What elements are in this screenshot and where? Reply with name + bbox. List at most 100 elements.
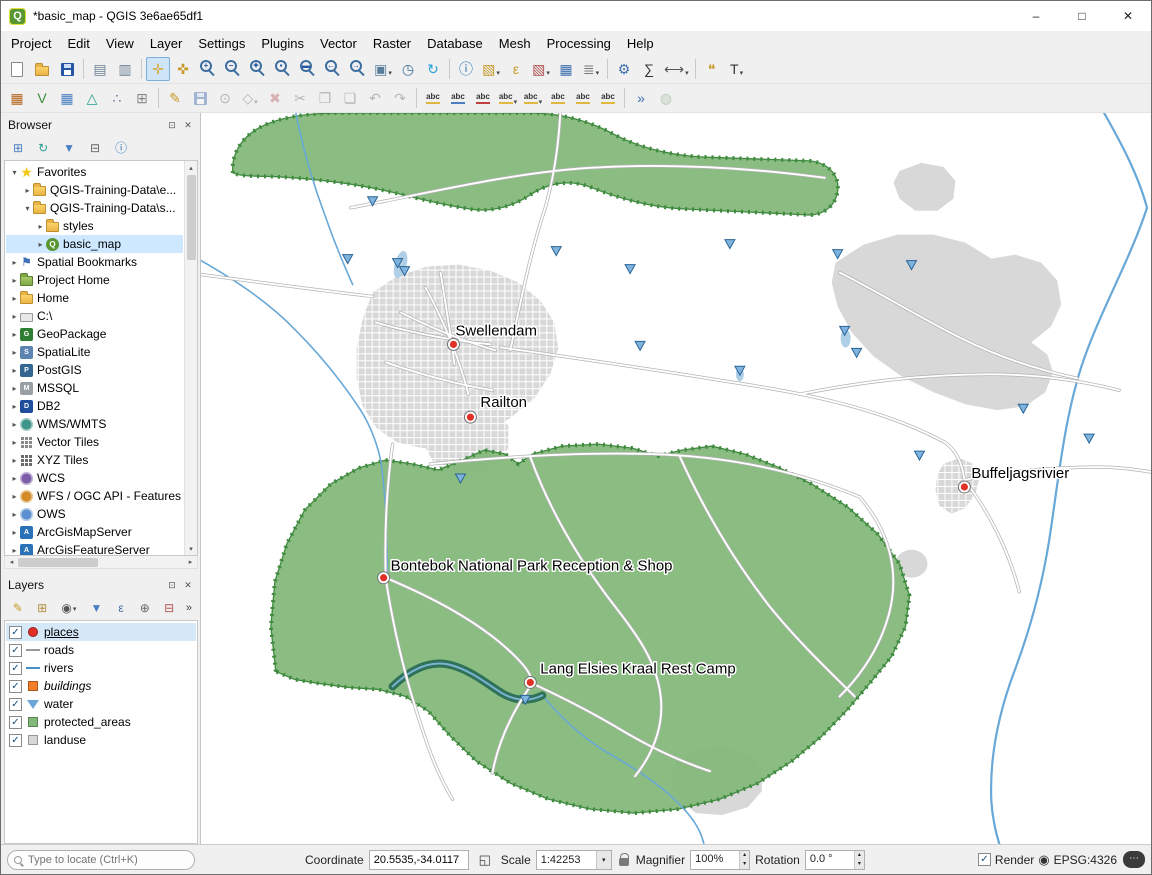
locate-search[interactable]	[7, 850, 195, 870]
expander-icon[interactable]: ▸	[9, 456, 20, 465]
browser-item-training-data-s[interactable]: ▾ QGIS-Training-Data\s...	[6, 199, 183, 217]
toggle-editing-button[interactable]: ✎	[163, 86, 187, 110]
data-source-manager-button[interactable]: ▦	[5, 86, 29, 110]
close-panel-button[interactable]: ✕	[180, 577, 196, 593]
browser-item-arcgis-map-server[interactable]: ▸ A ArcGisMapServer	[6, 523, 183, 541]
layer-labeling-options-button[interactable]: abc	[421, 86, 445, 110]
manage-map-themes-button[interactable]: ◉ ▾	[55, 597, 83, 618]
lock-scale-icon[interactable]	[619, 858, 629, 866]
paste-features-button[interactable]: ❏	[338, 86, 362, 110]
zoom-full-button[interactable]: ✦	[246, 57, 270, 81]
locate-input[interactable]	[26, 853, 188, 867]
menu-mesh[interactable]: Mesh	[491, 31, 539, 55]
identify-features-button[interactable]: ⓘ	[454, 57, 478, 81]
coordinate-input[interactable]	[369, 850, 469, 870]
collapse-all-button[interactable]: ⊟	[83, 137, 107, 158]
plugin-manager-button[interactable]: ◍	[654, 86, 678, 110]
add-raster-layer-button[interactable]: ▦	[55, 86, 79, 110]
filter-browser-button[interactable]: ▼	[56, 137, 82, 158]
layer-checkbox[interactable]: ✓	[9, 680, 22, 693]
browser-item-wfs[interactable]: ▸ WFS / OGC API - Features	[6, 487, 183, 505]
expander-icon[interactable]: ▸	[9, 348, 20, 357]
select-features-button[interactable]: ▧ ▾	[479, 57, 503, 81]
zoom-to-selection-button[interactable]: ▪	[271, 57, 295, 81]
magnifier-spinbox[interactable]: 100% ▴ ▾	[690, 850, 750, 870]
change-label-button[interactable]: abc	[596, 86, 620, 110]
expander-icon[interactable]: ▸	[9, 528, 20, 537]
menu-plugins[interactable]: Plugins	[253, 31, 312, 55]
browser-item-xyz-tiles[interactable]: ▸ XYZ Tiles	[6, 451, 183, 469]
cut-features-button[interactable]: ✂	[288, 86, 312, 110]
zoom-out-button[interactable]: −	[221, 57, 245, 81]
toolbar-overflow-button[interactable]: »	[182, 602, 196, 614]
expander-icon[interactable]: ▸	[22, 186, 33, 195]
deselect-features-button[interactable]: ▧ ▾	[529, 57, 553, 81]
expander-icon[interactable]: ▸	[9, 330, 20, 339]
layer-water[interactable]: ✓ water	[6, 695, 196, 713]
delete-selected-button[interactable]: ✖	[263, 86, 287, 110]
spin-up-icon[interactable]: ▴	[740, 851, 749, 860]
temporal-controller-button[interactable]: ◷	[396, 57, 420, 81]
layer-checkbox[interactable]: ✓	[9, 662, 22, 675]
expander-icon[interactable]: ▾	[22, 204, 33, 213]
scale-combo[interactable]: 1:42253 ▾	[536, 850, 612, 870]
layer-landuse[interactable]: ✓ landuse	[6, 731, 196, 749]
map-canvas[interactable]: SwellendamRailtonBuffeljagsrivierBontebo…	[200, 113, 1151, 844]
select-by-expression-button[interactable]: ε	[504, 57, 528, 81]
browser-item-favorites[interactable]: ▾ ★ Favorites	[6, 163, 183, 181]
layer-checkbox[interactable]: ✓	[9, 716, 22, 729]
expander-icon[interactable]: ▸	[35, 240, 46, 249]
browser-item-styles[interactable]: ▸ styles	[6, 217, 183, 235]
refresh-browser-button[interactable]: ↻	[31, 137, 55, 158]
scrollbar-thumb[interactable]	[18, 558, 98, 567]
save-project-button[interactable]	[55, 57, 79, 81]
new-print-layout-button[interactable]: ▤	[88, 57, 112, 81]
open-attribute-table-button[interactable]: ▦	[554, 57, 578, 81]
pan-to-selection-button[interactable]: ✜	[171, 57, 195, 81]
menu-database[interactable]: Database	[419, 31, 491, 55]
menu-settings[interactable]: Settings	[190, 31, 253, 55]
browser-horizontal-scrollbar[interactable]: ◂ ▸	[4, 556, 198, 569]
expander-icon[interactable]: ▸	[9, 402, 20, 411]
browser-item-basic-map[interactable]: ▸ Q basic_map	[6, 235, 183, 253]
browser-item-project-home[interactable]: ▸ Project Home	[6, 271, 183, 289]
expander-icon[interactable]: ▸	[9, 546, 20, 555]
new-project-button[interactable]	[5, 57, 29, 81]
options-button[interactable]: ⚙	[612, 57, 636, 81]
extents-toggle-button[interactable]: ◱	[474, 849, 496, 871]
menu-view[interactable]: View	[98, 31, 142, 55]
browser-item-home[interactable]: ▸ Home	[6, 289, 183, 307]
expander-icon[interactable]: ▸	[9, 492, 20, 501]
close-panel-button[interactable]: ✕	[180, 117, 196, 133]
add-vector-layer-button[interactable]: V	[30, 86, 54, 110]
close-button[interactable]: ✕	[1105, 1, 1151, 31]
layer-buildings[interactable]: ✓ buildings	[6, 677, 196, 695]
scroll-left-icon[interactable]: ◂	[5, 558, 18, 566]
show-layout-manager-button[interactable]: ▥	[113, 57, 137, 81]
layer-protected-areas[interactable]: ✓ protected_areas	[6, 713, 196, 731]
layer-checkbox[interactable]: ✓	[9, 734, 22, 747]
expander-icon[interactable]: ▾	[9, 168, 20, 177]
layer-checkbox[interactable]: ✓	[9, 698, 22, 711]
spin-up-icon[interactable]: ▴	[855, 851, 864, 860]
menu-processing[interactable]: Processing	[539, 31, 619, 55]
statistical-summary-button[interactable]: ∑	[637, 57, 661, 81]
expander-icon[interactable]: ▸	[9, 312, 20, 321]
add-selected-layers-button[interactable]: ⊞	[6, 137, 30, 158]
layer-places[interactable]: ✓ places	[6, 623, 196, 641]
menu-help[interactable]: Help	[619, 31, 662, 55]
expander-icon[interactable]: ▸	[9, 438, 20, 447]
undo-button[interactable]: ↶	[363, 86, 387, 110]
vertex-tool-button[interactable]: ◇ ▾	[238, 86, 262, 110]
spin-down-icon[interactable]: ▾	[740, 860, 749, 869]
layer-checkbox[interactable]: ✓	[9, 626, 22, 639]
field-calculator-button[interactable]: ≣ ▾	[579, 57, 603, 81]
browser-item-geopackage[interactable]: ▸ G GeoPackage	[6, 325, 183, 343]
save-layer-edits-button[interactable]	[188, 86, 212, 110]
crs-status-label[interactable]: EPSG:4326	[1054, 853, 1117, 867]
browser-item-spatial-bookmarks[interactable]: ▸ ⚑ Spatial Bookmarks	[6, 253, 183, 271]
layer-diagram-options-button[interactable]: abc	[446, 86, 470, 110]
browser-item-vector-tiles[interactable]: ▸ Vector Tiles	[6, 433, 183, 451]
expander-icon[interactable]: ▸	[9, 294, 20, 303]
copy-features-button[interactable]: ❐	[313, 86, 337, 110]
